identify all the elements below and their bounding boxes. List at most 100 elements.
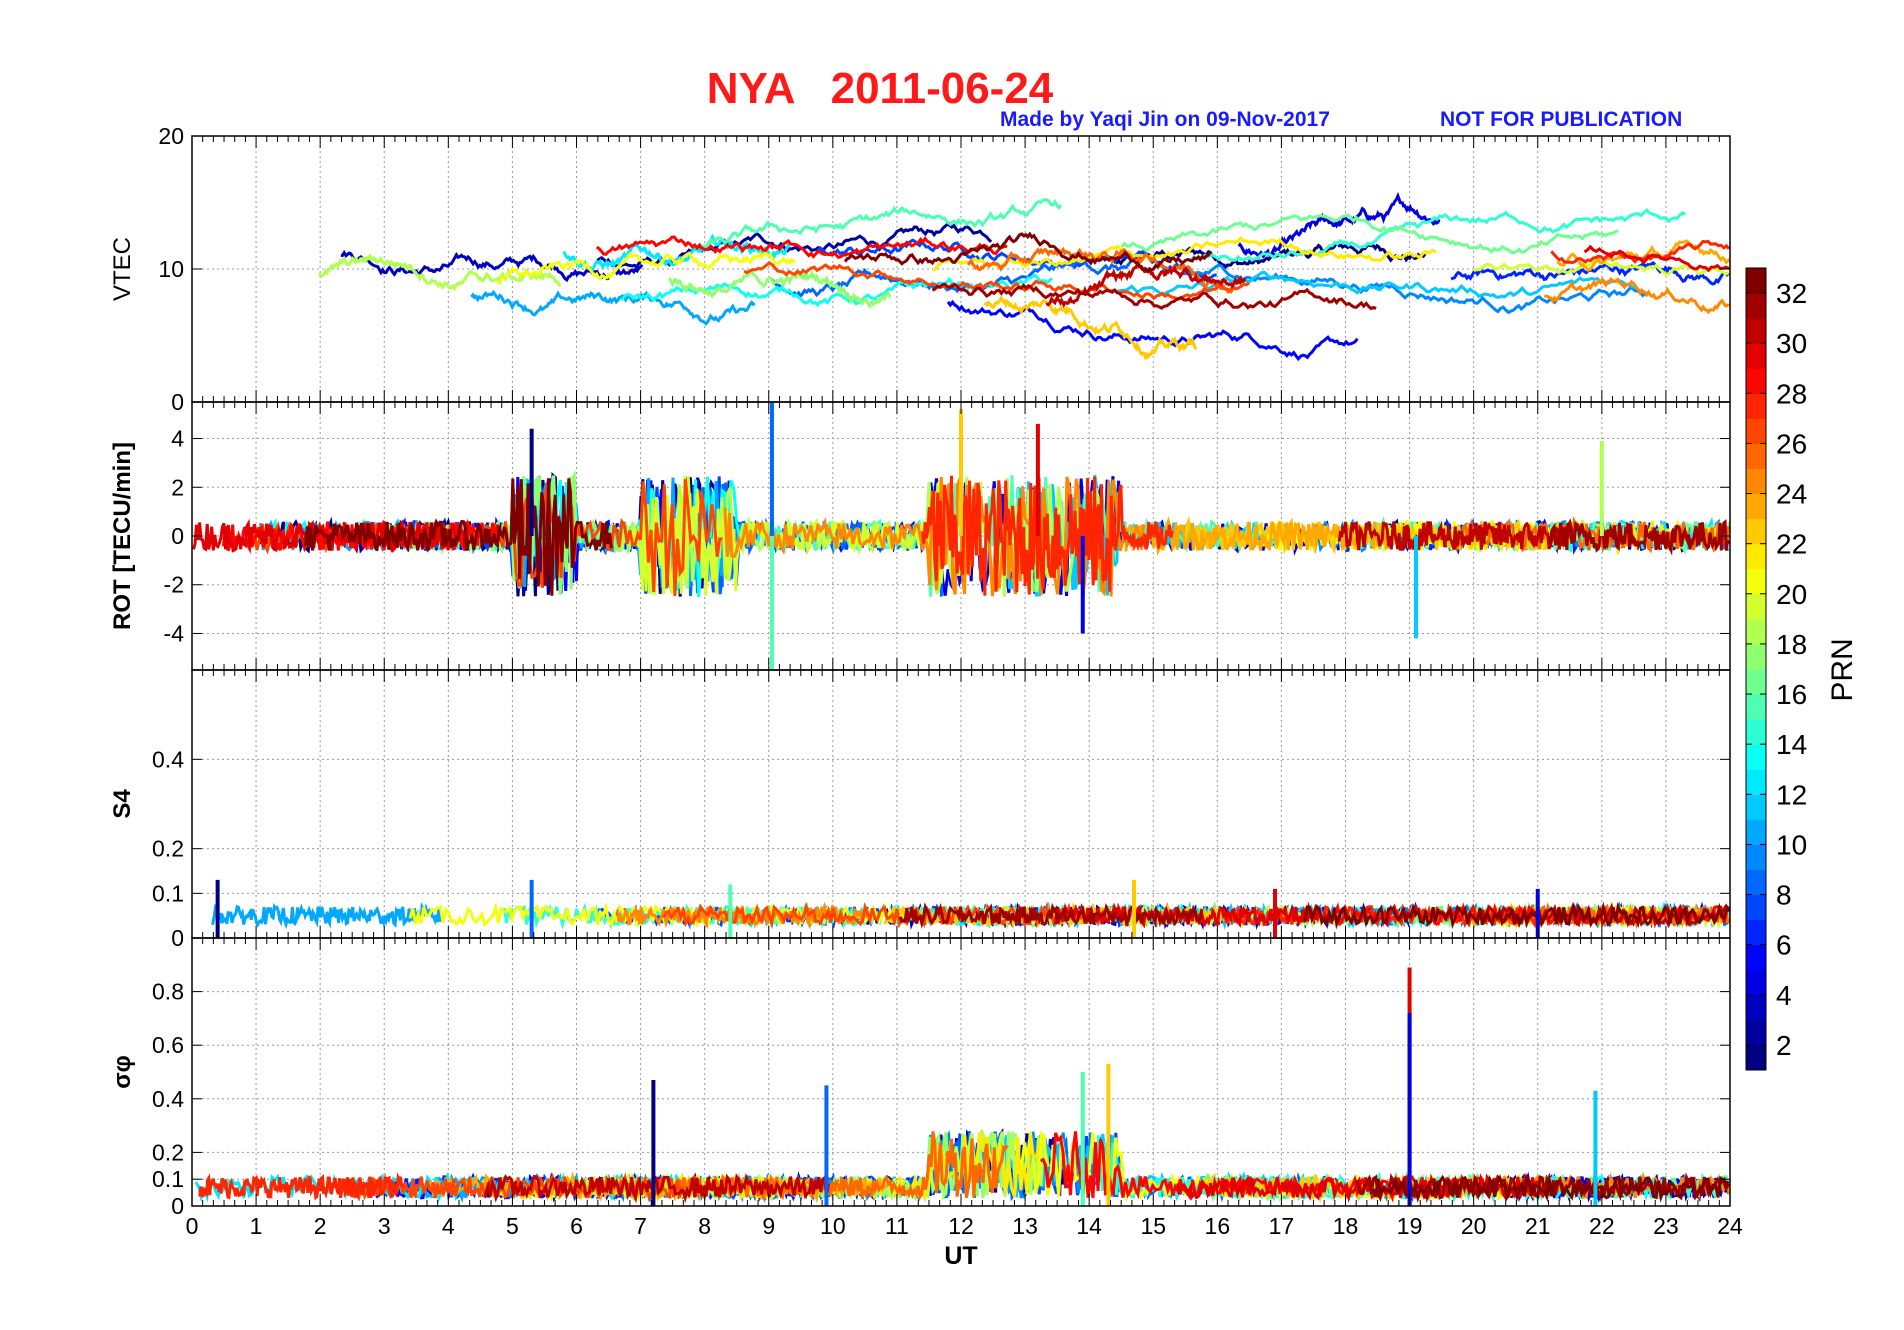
colorbar-band xyxy=(1746,568,1766,595)
colorbar-band xyxy=(1746,794,1766,820)
x-tick-label: 8 xyxy=(698,1213,711,1239)
x-tick-label: 24 xyxy=(1717,1213,1743,1239)
x-tick-label: 4 xyxy=(442,1213,455,1239)
chart-title: NYA 2011-06-24 xyxy=(706,64,1054,113)
x-tick-label: 11 xyxy=(885,1213,909,1239)
data-traces xyxy=(211,879,1730,938)
x-tick-label: 10 xyxy=(820,1213,846,1239)
colorbar-tick-label: 24 xyxy=(1776,479,1807,510)
colorbar-band xyxy=(1746,869,1766,896)
colorbar-band xyxy=(1746,919,1766,946)
x-tick-label: 5 xyxy=(506,1213,519,1239)
colorbar-tick-label: 14 xyxy=(1776,729,1807,760)
colorbar-tick-label: 32 xyxy=(1776,278,1807,309)
colorbar-band xyxy=(1746,293,1766,319)
x-tick-label: 22 xyxy=(1589,1213,1615,1239)
colorbar-band xyxy=(1746,343,1766,369)
colorbar-tick-label: 4 xyxy=(1776,980,1792,1011)
x-tick-label: 7 xyxy=(634,1213,647,1239)
x-tick-label: 12 xyxy=(948,1213,974,1239)
x-tick-label: 14 xyxy=(1076,1213,1102,1239)
data-traces xyxy=(194,967,1730,1206)
y-tick-label: 0.1 xyxy=(152,1166,184,1192)
colorbar-band xyxy=(1746,719,1766,745)
y-tick-label: 0.4 xyxy=(152,1086,184,1112)
x-tick-label: 1 xyxy=(250,1213,263,1239)
data-traces xyxy=(192,402,1730,670)
y-tick-label: -4 xyxy=(164,620,185,646)
x-tick-label: 16 xyxy=(1205,1213,1231,1239)
y-tick-label: 0 xyxy=(171,523,184,549)
colorbar-band xyxy=(1746,969,1766,996)
colorbar-tick-label: 6 xyxy=(1776,930,1792,961)
rot-panel: -4 -2 0 2 4 ROT [TECU/min] xyxy=(109,401,1731,671)
y-tick-label: 0 xyxy=(171,1193,184,1219)
colorbar-tick-label: 2 xyxy=(1776,1030,1792,1061)
colorbar-tick-label: 16 xyxy=(1776,679,1807,710)
colorbar-band xyxy=(1746,1044,1766,1071)
colorbar-tick-label: 10 xyxy=(1776,829,1807,860)
y-tick-label: 0.2 xyxy=(152,836,184,862)
colorbar-tick-label: 20 xyxy=(1776,579,1807,610)
y-axis-label: VTEC xyxy=(109,237,136,301)
y-tick-label: 10 xyxy=(158,256,184,282)
y-axis-label: ROT [TECU/min] xyxy=(109,442,136,630)
publication-notice: NOT FOR PUBLICATION xyxy=(1440,108,1683,131)
colorbar-band xyxy=(1746,393,1766,419)
data-traces xyxy=(317,191,1730,362)
y-axis-label: S4 xyxy=(109,789,136,819)
figure: 01020VTEC -4-2024ROT [TECU/min] 00.10.20… xyxy=(109,123,1859,1270)
colorbar-band xyxy=(1746,493,1766,520)
colorbar-band xyxy=(1746,543,1766,570)
y-tick-label: 0.2 xyxy=(152,1139,184,1165)
colorbar-band xyxy=(1746,844,1766,870)
colorbar-band xyxy=(1746,593,1766,620)
colorbar-tick-label: 28 xyxy=(1776,378,1807,409)
y-tick-label: 0.8 xyxy=(152,979,184,1005)
colorbar-band xyxy=(1746,443,1766,469)
colorbar-band xyxy=(1746,669,1766,695)
x-tick-label: 13 xyxy=(1012,1213,1038,1239)
colorbar-band xyxy=(1746,468,1766,495)
colorbar-band xyxy=(1746,744,1766,770)
y-tick-label: 0.1 xyxy=(152,880,184,906)
x-tick-label: 21 xyxy=(1525,1213,1551,1239)
x-axis-label: UT xyxy=(944,1242,977,1270)
x-tick-label: 20 xyxy=(1461,1213,1487,1239)
colorbar-band xyxy=(1746,518,1766,545)
y-tick-label: 0 xyxy=(171,389,184,415)
colorbar-band xyxy=(1746,944,1766,971)
colorbar-tick-label: 30 xyxy=(1776,328,1807,359)
colorbar-band xyxy=(1746,368,1766,394)
colorbar-band xyxy=(1746,694,1766,720)
x-tick-label: 3 xyxy=(378,1213,391,1239)
y-tick-label: -2 xyxy=(164,572,184,598)
y-tick-label: 0.6 xyxy=(152,1032,184,1058)
colorbar-tick-label: 12 xyxy=(1776,779,1807,810)
colorbar-tick-label: 18 xyxy=(1776,629,1807,660)
s4-panel: 0 0.1 0.2 0.4 S4 xyxy=(109,669,1731,951)
colorbar-tick-label: 26 xyxy=(1776,428,1807,459)
x-tick-label: 18 xyxy=(1333,1213,1359,1239)
y-axis-label: σφ xyxy=(109,1055,136,1089)
colorbar-band xyxy=(1746,819,1766,845)
data-line xyxy=(211,902,444,930)
colorbar-band xyxy=(1746,994,1766,1021)
x-tick-label: 23 xyxy=(1653,1213,1679,1239)
x-tick-label: 17 xyxy=(1269,1213,1295,1239)
colorbar-band xyxy=(1746,769,1766,795)
colorbar-band xyxy=(1746,1019,1766,1046)
vtec-panel: 0 10 20 VTEC xyxy=(109,123,1731,415)
y-tick-label: 2 xyxy=(171,474,184,500)
x-tick-label: 15 xyxy=(1140,1213,1166,1239)
colorbar-band xyxy=(1746,318,1766,344)
colorbar-label: PRN xyxy=(1826,638,1859,701)
y-tick-label: 0.4 xyxy=(152,746,184,772)
x-tick-label: 0 xyxy=(186,1213,199,1239)
prn-colorbar: 2468101214161820222426283032PRN xyxy=(1745,267,1859,1071)
colorbar-band xyxy=(1746,418,1766,444)
colorbar-tick-label: 8 xyxy=(1776,880,1792,911)
x-tick-label: 2 xyxy=(314,1213,327,1239)
y-tick-label: 4 xyxy=(171,426,184,452)
colorbar-band xyxy=(1746,894,1766,921)
